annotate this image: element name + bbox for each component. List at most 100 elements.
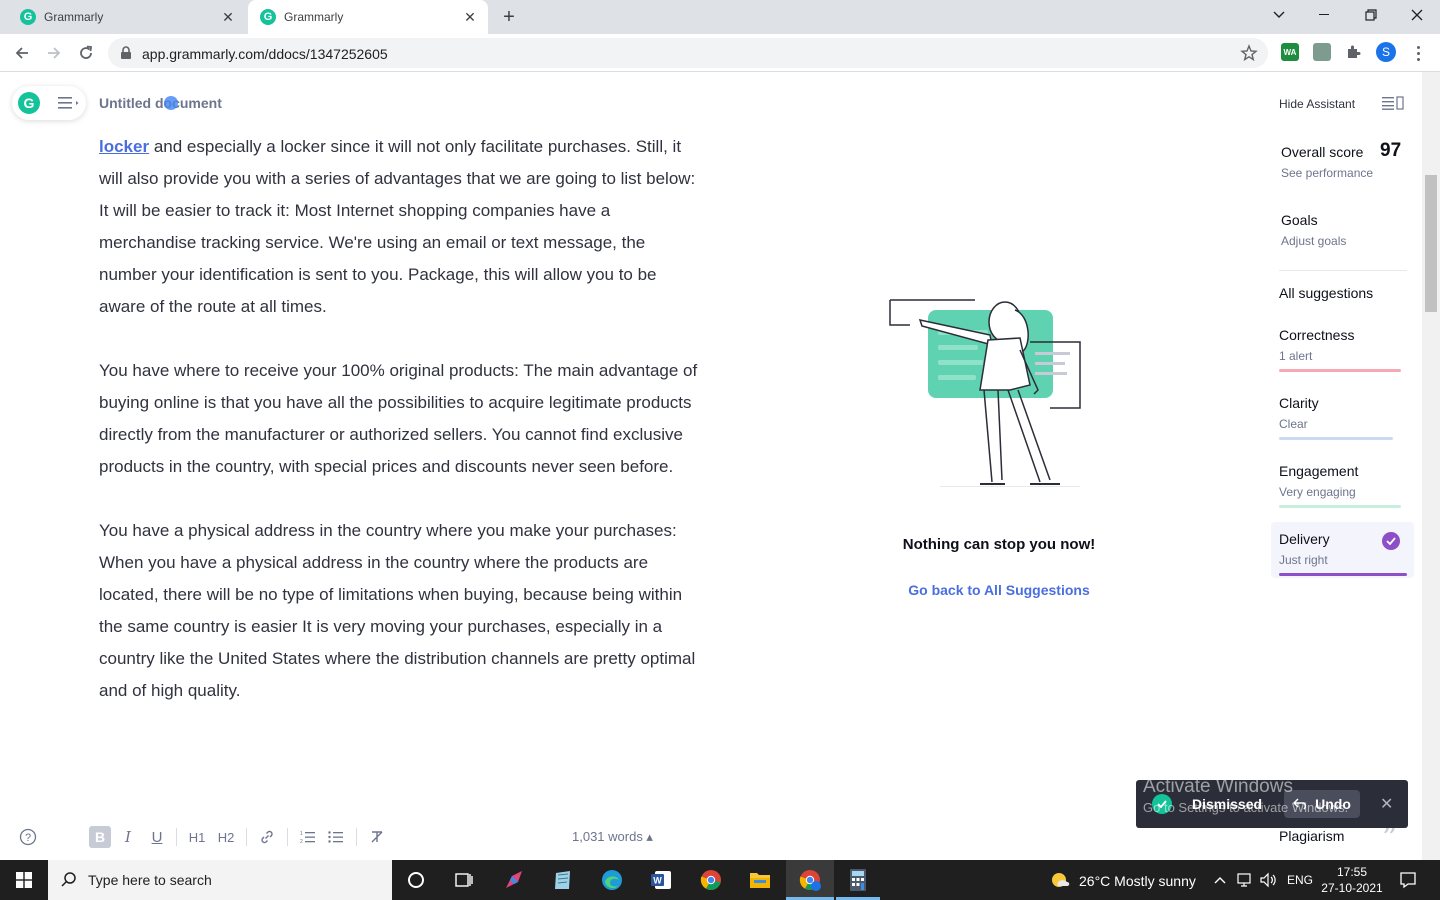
address-bar[interactable]: app.grammarly.com/ddocs/1347252605 (108, 38, 1268, 68)
category-engagement[interactable]: Engagement Very engaging (1271, 457, 1414, 513)
goals-label[interactable]: Goals (1281, 212, 1318, 228)
lock-icon[interactable] (120, 46, 132, 60)
grammarly-logo-icon[interactable]: G (18, 92, 40, 114)
grammarly-home-pill[interactable]: G (12, 86, 86, 120)
notifications-icon[interactable] (1394, 866, 1422, 894)
bookmark-star-icon[interactable] (1240, 44, 1258, 62)
back-to-suggestions-link[interactable]: Go back to All Suggestions (858, 582, 1140, 598)
network-icon[interactable] (1233, 866, 1255, 894)
task-view-icon[interactable] (450, 866, 478, 894)
document-title[interactable]: Untitled document (99, 95, 222, 111)
windows-start-icon[interactable] (0, 860, 48, 900)
volume-icon[interactable] (1257, 866, 1279, 894)
bullet-list-icon[interactable] (326, 826, 346, 848)
url-text[interactable]: app.grammarly.com/ddocs/1347252605 (142, 46, 388, 62)
category-progress-bar (1279, 573, 1407, 576)
adjust-goals-link[interactable]: Adjust goals (1281, 234, 1346, 248)
overall-score-label[interactable]: Overall score (1281, 144, 1363, 160)
category-clarity[interactable]: Clarity Clear (1271, 389, 1414, 445)
category-name: Engagement (1279, 463, 1359, 479)
plagiarism-button[interactable]: Plagiarism (1279, 828, 1344, 844)
calculator-app-icon[interactable] (844, 866, 872, 894)
browser-tab-bar: G Grammarly ✕ G Grammarly ✕ + (0, 0, 1440, 34)
browser-tab-1[interactable]: G Grammarly ✕ (8, 0, 246, 34)
help-icon[interactable]: ? (18, 826, 38, 848)
toolbar-divider (246, 828, 247, 846)
search-icon (60, 871, 78, 889)
check-circle-icon (1382, 532, 1400, 550)
link-icon[interactable] (257, 826, 277, 848)
restore-icon[interactable] (1348, 0, 1394, 30)
overall-score-value[interactable]: 97 (1380, 140, 1401, 162)
weather-text[interactable]: 26°C Mostly sunny (1079, 873, 1196, 889)
heading-1-button[interactable]: H1 (187, 826, 207, 848)
rocket-app-icon[interactable] (500, 866, 528, 894)
taskbar-search-box[interactable]: Type here to search (48, 860, 392, 900)
category-status: Just right (1279, 553, 1328, 567)
window-close-icon[interactable] (1394, 0, 1440, 30)
minimize-icon[interactable] (1302, 0, 1348, 30)
document-body[interactable]: locker and especially a locker since it … (99, 131, 699, 707)
hide-assistant-button[interactable]: Hide Assistant (1279, 97, 1355, 111)
cortana-circle-icon[interactable] (402, 866, 430, 894)
tray-chevron-up-icon[interactable] (1210, 866, 1230, 894)
ordered-list-icon[interactable]: 12 (298, 826, 318, 848)
chrome-profile-app-icon[interactable] (796, 866, 824, 894)
all-suggestions-tab[interactable]: All suggestions (1279, 285, 1373, 301)
category-progress-bar (1279, 369, 1401, 372)
tab-close-icon[interactable]: ✕ (220, 9, 236, 25)
toolbar-divider (287, 828, 288, 846)
profile-avatar[interactable]: S (1376, 42, 1396, 62)
word-count[interactable]: 1,031 words ▴ (572, 829, 653, 845)
tab-close-icon[interactable]: ✕ (462, 9, 478, 25)
see-performance-link[interactable]: See performance (1281, 166, 1373, 180)
undo-button[interactable]: Undo (1284, 790, 1360, 818)
assistant-sidebar: Hide Assistant Overall score 97 See perf… (1262, 72, 1422, 860)
grammarly-favicon-icon: G (260, 9, 276, 25)
empty-state-title: Nothing can stop you now! (902, 536, 1096, 553)
quote-marks-icon[interactable]: ” (1382, 824, 1397, 854)
browser-toolbar: app.grammarly.com/ddocs/1347252605 WA S (0, 34, 1440, 72)
language-indicator[interactable]: ENG (1287, 873, 1313, 887)
clock-time: 17:55 (1336, 865, 1368, 879)
taskbar-clock[interactable]: 17:55 27-10-2021 (1320, 864, 1384, 896)
windows-taskbar: Type here to search W 26°C Mostly sunny (0, 860, 1440, 900)
underlined-link-locker[interactable]: locker (99, 137, 149, 156)
category-status: 1 alert (1279, 349, 1313, 363)
extensions-puzzle-icon[interactable] (1345, 43, 1363, 61)
celebration-illustration (880, 290, 1100, 495)
new-tab-plus-icon[interactable]: + (498, 6, 520, 28)
toast-close-icon[interactable]: ✕ (1380, 794, 1393, 814)
category-progress-bar (1279, 505, 1401, 508)
category-delivery[interactable]: Delivery Just right (1271, 522, 1414, 578)
reload-icon[interactable] (74, 41, 98, 65)
hide-assistant-panel-icon[interactable] (1382, 96, 1404, 110)
whatsapp-extension-icon[interactable]: WA (1281, 43, 1299, 61)
browser-tab-2[interactable]: G Grammarly ✕ (248, 0, 488, 34)
weather-sun-icon[interactable] (1046, 866, 1074, 894)
category-correctness[interactable]: Correctness 1 alert (1271, 321, 1414, 377)
image-extension-icon[interactable] (1313, 43, 1331, 61)
file-explorer-icon[interactable] (746, 866, 774, 894)
svg-text:1: 1 (300, 831, 303, 837)
clear-format-icon[interactable] (367, 826, 387, 848)
chrome-app-icon[interactable] (697, 866, 725, 894)
category-status: Very engaging (1279, 485, 1356, 499)
toolbar-divider (176, 828, 177, 846)
bold-button[interactable]: B (89, 826, 111, 848)
tab-search-chevron-icon[interactable] (1256, 0, 1302, 30)
back-arrow-icon[interactable] (10, 41, 34, 65)
heading-2-button[interactable]: H2 (216, 826, 236, 848)
notepad-app-icon[interactable] (549, 866, 577, 894)
menu-hamburger-icon[interactable] (58, 96, 80, 110)
search-placeholder: Type here to search (88, 872, 212, 888)
svg-text:?: ? (25, 832, 31, 844)
edge-browser-icon[interactable] (598, 866, 626, 894)
scrollbar-thumb[interactable] (1425, 175, 1437, 312)
toolbar-divider (356, 828, 357, 846)
word-app-icon[interactable]: W (647, 866, 675, 894)
underline-button[interactable]: U (149, 826, 165, 848)
forward-arrow-icon[interactable] (42, 41, 66, 65)
browser-menu-icon[interactable] (1410, 42, 1426, 64)
italic-button[interactable]: I (121, 826, 135, 848)
